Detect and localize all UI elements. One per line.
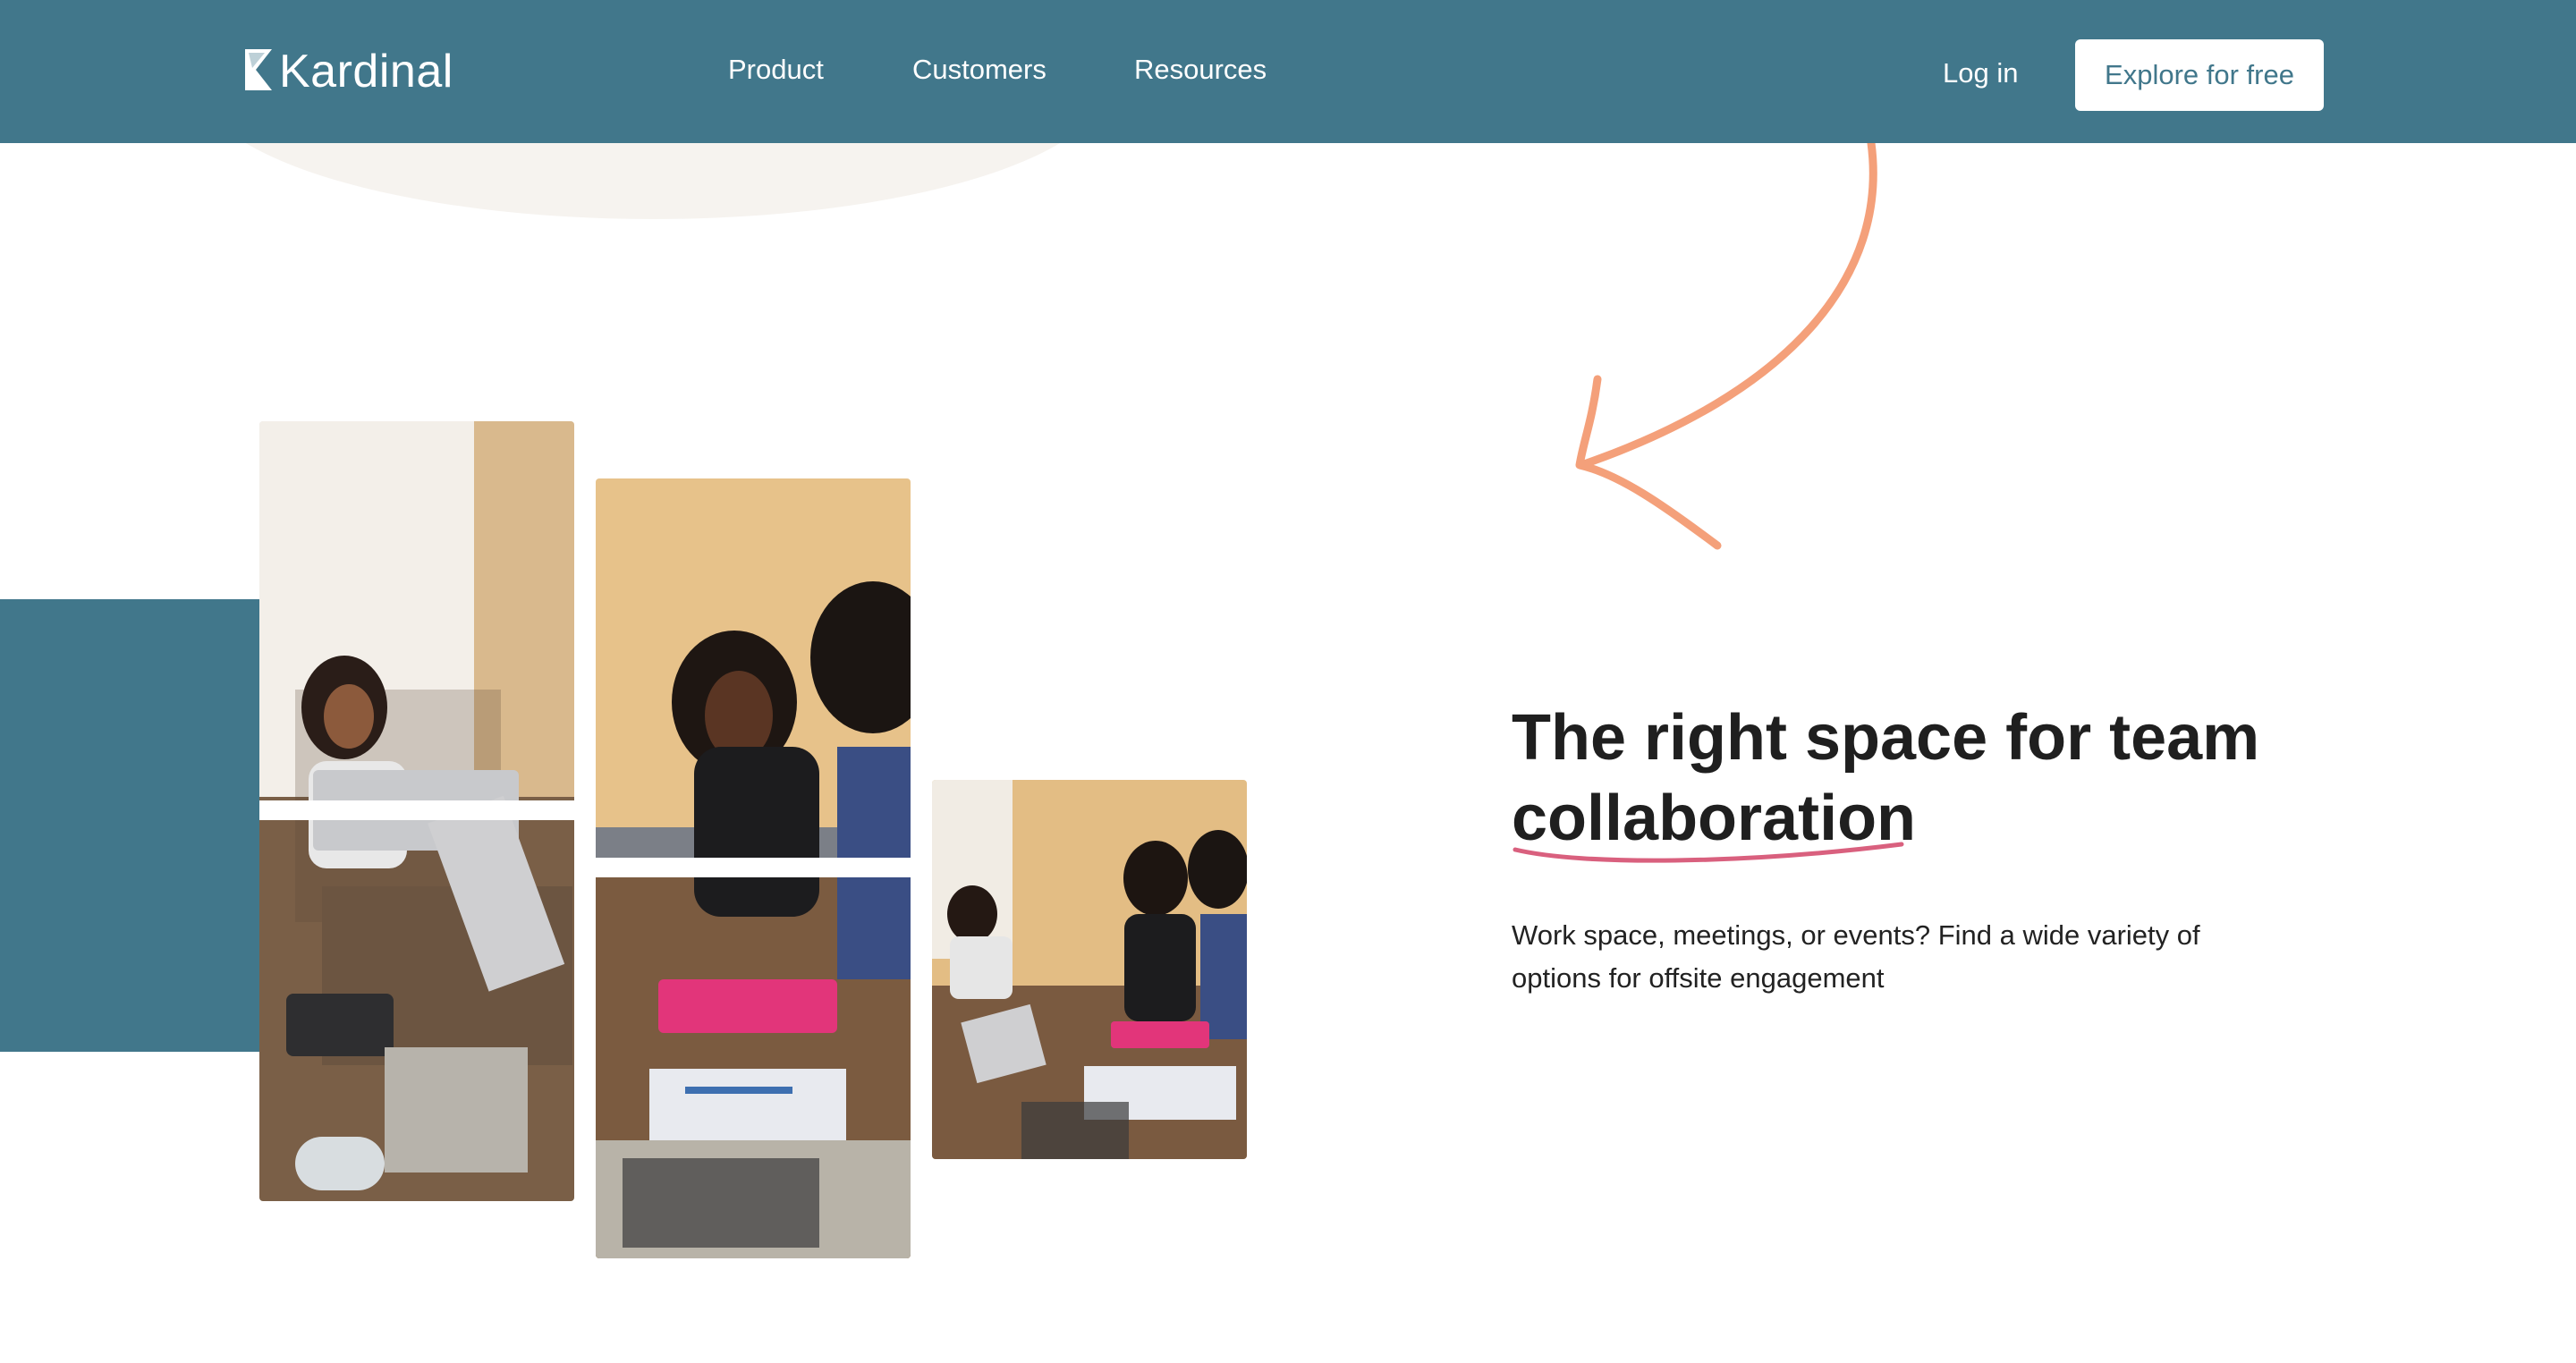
meeting-photo-right: [932, 780, 1247, 1159]
underline-swash-icon: [1513, 842, 1904, 863]
hero-headline-line-1: The right space for team: [1512, 702, 2260, 774]
hero-subtext: Work space, meetings, or events? Find a …: [1512, 919, 2200, 994]
nav-product-link[interactable]: Product: [728, 52, 824, 88]
login-link[interactable]: Log in: [1943, 55, 2018, 91]
kardinal-logo-icon: [245, 48, 272, 95]
nav-customers-link[interactable]: Customers: [912, 52, 1046, 88]
nav-resources-link[interactable]: Resources: [1134, 52, 1267, 88]
photo-divider-strip: [259, 800, 574, 820]
brand-name: Kardinal: [279, 46, 453, 97]
brand-logo[interactable]: Kardinal: [245, 47, 453, 97]
explore-for-free-button[interactable]: Explore for free: [2075, 39, 2324, 111]
decorative-teal-block: [0, 599, 259, 1052]
curved-arrow-icon: [1575, 139, 1877, 550]
top-navigation-bar: Kardinal Product Customers Resources Log…: [0, 0, 2576, 143]
photo-divider-strip: [596, 858, 911, 877]
